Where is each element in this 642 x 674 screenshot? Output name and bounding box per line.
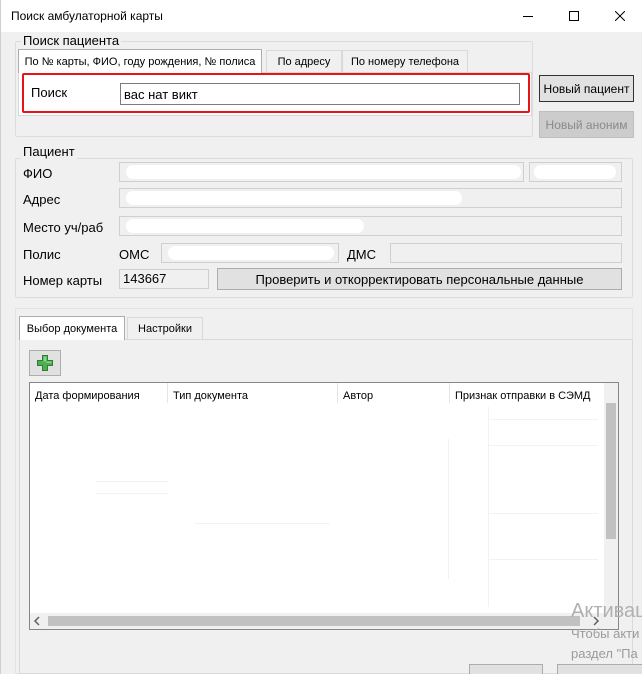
tab-settings[interactable]: Настройки <box>127 317 203 339</box>
scroll-left-icon[interactable] <box>33 616 41 626</box>
new-anonymous-button[interactable]: Новый аноним <box>539 111 634 138</box>
fio-field[interactable] <box>119 162 524 182</box>
grid-row-line <box>488 559 598 560</box>
grid-header: Дата формирования Тип документа Автор Пр… <box>30 383 606 403</box>
column-header-semd-flag[interactable]: Признак отправки в СЭМД <box>450 383 606 403</box>
card-number-field[interactable]: 143667 <box>119 269 209 289</box>
tab-label: Выбор документа <box>26 322 118 335</box>
search-input[interactable] <box>120 83 520 105</box>
tab-label: По номеру телефона <box>350 55 460 68</box>
activation-watermark-line: Чтобы акти <box>571 626 640 641</box>
tab-label: По адресу <box>277 55 331 68</box>
policy-label: Полис <box>23 247 61 262</box>
grid-row-line <box>96 493 168 494</box>
close-button[interactable] <box>597 0 642 32</box>
tab-label: По № карты, ФИО, году рождения, № полиса <box>24 55 256 68</box>
grid-col-line <box>448 439 449 579</box>
oms-label: ОМС <box>119 247 150 262</box>
new-patient-button[interactable]: Новый пациент <box>539 75 634 102</box>
birth-date-field[interactable] <box>529 162 622 182</box>
tab-label: Настройки <box>138 322 192 335</box>
maximize-icon <box>569 11 579 21</box>
address-label: Адрес <box>23 192 61 207</box>
patient-legend: Пациент <box>21 144 77 159</box>
dms-label: ДМС <box>347 247 377 262</box>
verify-personal-data-button[interactable]: Проверить и откорректировать персональны… <box>217 268 622 290</box>
activation-watermark-title: Активац <box>571 600 642 622</box>
grid-row-line <box>488 445 598 446</box>
grid-row-line <box>488 513 598 514</box>
grid-row-line <box>488 419 598 420</box>
vertical-scroll-thumb[interactable] <box>606 403 616 539</box>
maximize-button[interactable] <box>551 0 597 32</box>
window-title: Поиск амбулаторной карты <box>11 9 163 23</box>
grid-row-line <box>96 481 168 482</box>
column-header-type[interactable]: Тип документа <box>168 383 338 403</box>
verify-button-label: Проверить и откорректировать персональны… <box>255 271 584 287</box>
tab-search-by-phone[interactable]: По номеру телефона <box>342 50 468 72</box>
activation-watermark-line: раздел "Па <box>571 646 638 661</box>
vertical-scrollbar[interactable] <box>604 383 618 615</box>
workplace-label: Место уч/раб <box>23 220 104 235</box>
redacted-area <box>168 246 334 260</box>
column-header-date[interactable]: Дата формирования <box>30 383 168 403</box>
bottom-button-right[interactable] <box>557 664 642 674</box>
tab-search-by-address[interactable]: По адресу <box>266 50 342 72</box>
ambulatory-card-search-window: Поиск амбулаторной карты Поиск пациента … <box>0 0 642 674</box>
tab-document-selection[interactable]: Выбор документа <box>19 316 125 340</box>
add-document-button[interactable] <box>29 350 61 376</box>
title-bar[interactable]: Поиск амбулаторной карты <box>1 0 642 32</box>
close-icon <box>615 11 625 21</box>
new-anonymous-label: Новый аноним <box>545 117 628 132</box>
grid-row-line <box>195 523 330 524</box>
redacted-area <box>126 165 521 179</box>
minimize-button[interactable] <box>505 0 551 32</box>
workplace-field[interactable] <box>119 216 622 236</box>
address-field[interactable] <box>119 188 622 208</box>
plus-icon <box>37 355 53 371</box>
patient-search-legend: Поиск пациента <box>21 33 122 48</box>
tab-search-by-card[interactable]: По № карты, ФИО, году рождения, № полиса <box>18 49 262 73</box>
documents-grid[interactable]: Дата формирования Тип документа Автор Пр… <box>29 382 619 630</box>
column-header-author[interactable]: Автор <box>338 383 450 403</box>
search-label: Поиск <box>31 85 68 100</box>
minimize-icon <box>523 16 533 17</box>
horizontal-scrollbar[interactable] <box>30 613 606 629</box>
grid-col-line <box>488 407 489 607</box>
card-number-value: 143667 <box>123 271 167 286</box>
new-patient-label: Новый пациент <box>543 81 630 96</box>
redacted-area <box>126 191 462 205</box>
redacted-area <box>534 165 616 179</box>
bottom-button-left[interactable] <box>469 664 543 674</box>
dms-field[interactable] <box>390 243 622 263</box>
card-number-label: Номер карты <box>23 273 103 288</box>
fio-label: ФИО <box>23 166 53 181</box>
oms-field[interactable] <box>161 243 339 263</box>
horizontal-scroll-thumb[interactable] <box>48 616 580 626</box>
redacted-area <box>126 219 364 233</box>
